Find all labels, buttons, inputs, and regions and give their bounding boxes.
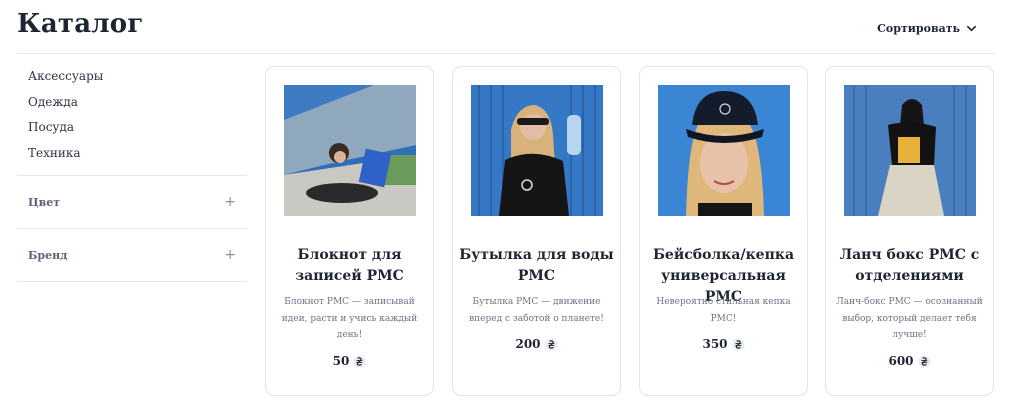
product-price: 350 bbox=[640, 337, 807, 351]
product-card[interactable]: Бутылка для воды PMC Бутылка PMC — движе… bbox=[452, 66, 621, 396]
product-description: Бутылка PMC — движение вперед с заботой … bbox=[469, 297, 604, 324]
price-value: 350 bbox=[702, 337, 728, 351]
category-item-clothing[interactable]: Одежда bbox=[17, 90, 247, 116]
product-price: 50 bbox=[266, 354, 433, 368]
sort-dropdown[interactable]: Сортировать bbox=[877, 22, 977, 35]
hryvnia-icon bbox=[917, 354, 931, 368]
product-description: Блокнот PMC — записывай идеи, расти и уч… bbox=[281, 297, 418, 340]
chevron-down-icon bbox=[967, 25, 976, 32]
product-title: Бутылка для воды PMC bbox=[459, 247, 614, 284]
filter-color[interactable]: Цвет + bbox=[17, 176, 247, 229]
filter-label: Цвет bbox=[28, 195, 61, 209]
category-item-tech[interactable]: Техника bbox=[17, 141, 247, 167]
price-value: 50 bbox=[332, 354, 350, 368]
product-card[interactable]: Блокнот для записей PMC Блокнот PMC — за… bbox=[265, 66, 434, 396]
hryvnia-icon bbox=[544, 337, 558, 351]
category-item-tableware[interactable]: Посуда bbox=[17, 115, 247, 141]
page-title: Каталог bbox=[17, 9, 144, 39]
product-image bbox=[844, 85, 976, 216]
product-card[interactable]: Ланч бокс PMC с отделениями Ланч-бокс PM… bbox=[825, 66, 994, 396]
sidebar: Аксессуары Одежда Посуда Техника Цвет + … bbox=[17, 64, 247, 282]
product-card[interactable]: Бейсболка/кепка универсальная PMC Неверо… bbox=[639, 66, 808, 396]
product-price: 600 bbox=[826, 354, 993, 368]
category-list: Аксессуары Одежда Посуда Техника bbox=[17, 64, 247, 176]
product-price: 200 bbox=[453, 337, 620, 351]
product-image bbox=[471, 85, 603, 216]
product-description: Ланч-бокс PMC — осознанный выбор, которы… bbox=[836, 297, 983, 340]
page-header: Каталог Сортировать bbox=[17, 0, 995, 54]
price-value: 200 bbox=[515, 337, 541, 351]
plus-icon: + bbox=[224, 247, 236, 263]
product-image bbox=[284, 85, 416, 216]
product-title: Ланч бокс PMC с отделениями bbox=[839, 247, 980, 284]
category-item-accessories[interactable]: Аксессуары bbox=[17, 64, 247, 90]
product-image bbox=[658, 85, 790, 216]
price-value: 600 bbox=[888, 354, 914, 368]
product-description: Невероятно стильная кепка PMC! bbox=[656, 297, 791, 324]
sort-label: Сортировать bbox=[877, 22, 960, 35]
hryvnia-icon bbox=[731, 337, 745, 351]
filter-brand[interactable]: Бренд + bbox=[17, 229, 247, 282]
filter-label: Бренд bbox=[28, 248, 68, 262]
product-title: Блокнот для записей PMC bbox=[295, 247, 404, 284]
hryvnia-icon bbox=[353, 354, 366, 368]
plus-icon: + bbox=[224, 194, 236, 210]
